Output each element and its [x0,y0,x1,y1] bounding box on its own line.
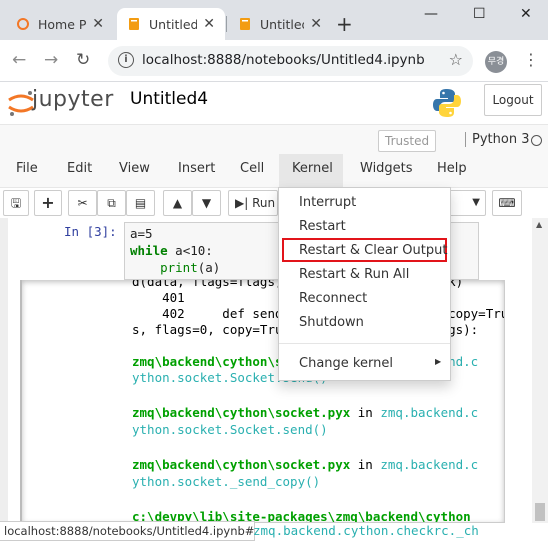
jupyter-favicon-icon [17,18,29,30]
new-tab-button[interactable]: + [336,12,353,36]
run-icon: ▶| [235,196,249,210]
bookmark-star-icon[interactable]: ☆ [449,50,463,69]
menu-insert[interactable]: Insert [178,161,215,176]
move-up-icon[interactable]: ▲ [163,190,192,216]
browser-tab-strip: Home P ✕ Untitled ✕ Untitled ✕ + — ☐ ✕ [0,0,548,40]
notebook-favicon-icon [129,18,139,30]
python-logo-icon [433,89,461,117]
output-trailing-text: zmq.backend.cython.checkrc._ch [253,523,479,538]
cut-icon[interactable]: ✂ [68,190,97,216]
chevron-right-icon: ▶ [435,357,442,366]
scrollbar[interactable] [532,218,548,523]
cell-prompt: In [3]: [64,224,117,239]
menu-cell[interactable]: Cell [240,161,264,176]
tab-separator [226,16,227,32]
code-function: print [160,260,198,275]
tab-untitled-active[interactable]: Untitled ✕ [117,8,225,40]
forward-arrow-icon[interactable]: → [44,50,58,70]
tab-untitled-2-label: Untitled [260,16,304,32]
menu-widgets[interactable]: Widgets [360,161,413,176]
browser-status-bar: localhost:8888/notebooks/Untitled4.ipynb… [0,521,256,541]
menu-file[interactable]: File [16,161,38,176]
code-line-1: a=5 [130,226,153,241]
notebook-toolbar: 🖫 + ✂ ⧉ ▤ ▲ ▼ ▶| Run ▼ ⌨ [0,188,548,218]
menu-help[interactable]: Help [437,161,467,176]
tab-home[interactable]: Home P ✕ [6,8,114,40]
scrollbar-thumb[interactable] [535,503,545,521]
maximize-icon[interactable]: ☐ [473,6,486,22]
menubar-panel: Trusted Python 3 File Edit View Insert C… [0,124,548,189]
trace-func: ython.socket._send_copy() [132,474,321,489]
menu-item-change-kernel[interactable]: Change kernel [299,356,393,371]
info-icon[interactable]: i [118,52,134,68]
chevron-down-icon: ▼ [472,197,480,208]
kernel-status-indicator [531,135,542,146]
close-icon[interactable]: ✕ [92,16,104,32]
code-line-3: (a) [197,260,221,275]
add-cell-icon[interactable]: + [34,190,62,216]
run-button[interactable]: ▶| Run [228,190,278,216]
notebook-favicon-icon [240,18,250,30]
kernel-name: Python 3 [465,132,529,147]
menu-view[interactable]: View [119,161,150,176]
notebook-title[interactable]: Untitled4 [130,89,208,109]
output-line: 401 [132,290,185,305]
trace-line: zmq\backend\cython\socket.pyx in zmq.bac… [132,405,479,420]
tab-untitled-2[interactable]: Untitled ✕ [228,8,332,40]
notebook-area: In [3]: a=5 while a<10: print(a) d(data,… [0,218,548,523]
code-keyword: while [130,243,168,258]
trusted-badge[interactable]: Trusted [378,130,437,152]
keyboard-icon[interactable]: ⌨ [492,190,522,216]
url-text[interactable]: localhost:8888/notebooks/Untitled4.ipynb [142,52,425,68]
more-menu-icon[interactable]: ⋮ [523,50,539,69]
copy-icon[interactable]: ⧉ [97,190,126,216]
kernel-dropdown-menu: Interrupt Restart Restart & Clear Output… [278,187,451,381]
omnibox[interactable]: i localhost:8888/notebooks/Untitled4.ipy… [108,46,473,76]
save-icon[interactable]: 🖫 [3,190,29,216]
tab-untitled-label: Untitled [149,16,198,32]
menu-item-restart[interactable]: Restart [299,219,346,234]
menu-item-restart-run-all[interactable]: Restart & Run All [299,267,409,282]
menu-item-interrupt[interactable]: Interrupt [299,195,356,210]
back-arrow-icon[interactable]: ← [12,50,26,70]
minimize-icon[interactable]: — [424,6,438,22]
run-label: Run [252,196,276,210]
trace-line: zmq\backend\cython\socket.pyx in zmq.bac… [132,457,479,472]
avatar[interactable]: 무경 [485,51,507,73]
paste-icon[interactable]: ▤ [126,190,155,216]
menu-item-shutdown[interactable]: Shutdown [299,315,364,330]
logout-button[interactable]: Logout [484,84,542,116]
address-bar-row: ← → ↻ i localhost:8888/notebooks/Untitle… [0,40,548,82]
menu-divider [279,343,450,344]
menu-kernel[interactable]: Kernel [292,161,333,176]
menu-item-reconnect[interactable]: Reconnect [299,291,367,306]
menu-item-restart-clear-output[interactable]: Restart & Clear Output [299,243,447,258]
reload-icon[interactable]: ↻ [76,50,90,70]
jupyter-wordmark[interactable]: jupyter [32,87,114,112]
code-line-2: a<10: [167,243,213,258]
move-down-icon[interactable]: ▼ [192,190,221,216]
trace-func: ython.socket.Socket.send() [132,422,328,437]
scroll-up-icon[interactable]: ▲ [536,220,542,229]
menu-edit[interactable]: Edit [67,161,92,176]
close-icon[interactable]: ✕ [203,16,215,32]
close-window-icon[interactable]: ✕ [520,6,532,22]
tab-home-label: Home P [38,16,87,32]
close-icon[interactable]: ✕ [310,16,322,32]
jupyter-header: jupyter Untitled4 Logout [0,82,548,124]
